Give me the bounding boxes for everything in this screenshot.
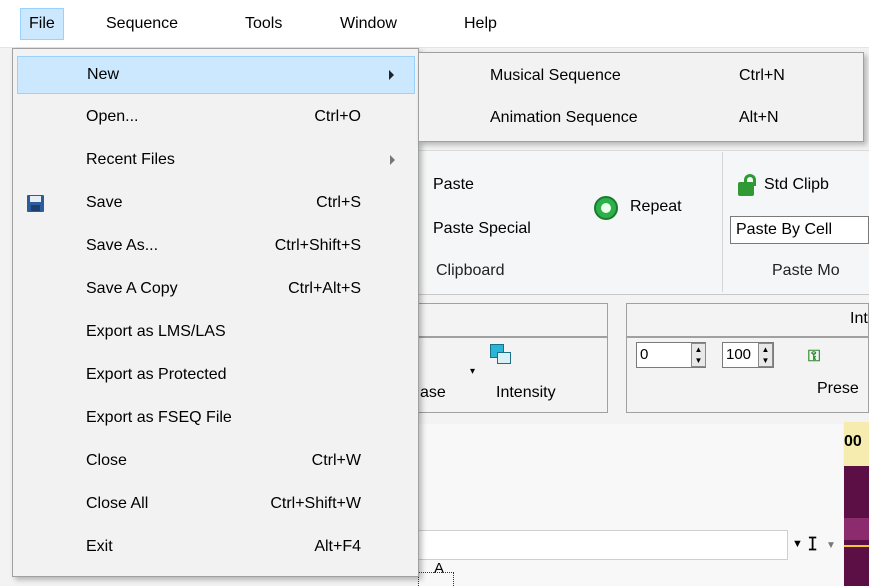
menu-item-save-a-copy[interactable]: Save A Copy Ctrl+Alt+S bbox=[17, 271, 415, 309]
menu-item-shortcut: Ctrl+Shift+S bbox=[274, 237, 361, 254]
menu-item-shortcut: Ctrl+Alt+S bbox=[288, 280, 361, 297]
submenu-item-label: Musical Sequence bbox=[490, 67, 621, 84]
menu-item-exit[interactable]: Exit Alt+F4 bbox=[17, 529, 415, 567]
tree-dropdown-arrow-icon[interactable]: ▼ bbox=[826, 540, 836, 551]
menu-item-label: Close bbox=[86, 452, 127, 469]
unlock-icon bbox=[738, 174, 758, 196]
tree-view-icon[interactable]: ꕯ bbox=[808, 534, 817, 555]
menu-item-shortcut: Ctrl+W bbox=[311, 452, 361, 469]
menu-item-save[interactable]: Save Ctrl+S bbox=[17, 185, 415, 223]
submenu-item-label: Animation Sequence bbox=[490, 109, 638, 126]
menu-item-label: Recent Files bbox=[86, 151, 175, 168]
menu-window[interactable]: Window bbox=[332, 8, 405, 40]
ease-label[interactable]: ase bbox=[420, 384, 446, 402]
submenu-arrow-icon bbox=[389, 70, 394, 80]
timeline-grid: 00 bbox=[844, 422, 869, 586]
menu-item-shortcut: Ctrl+S bbox=[316, 194, 361, 211]
menu-item-label: Open... bbox=[86, 108, 139, 125]
menu-item-label: Save bbox=[86, 194, 123, 211]
submenu-item-shortcut: Ctrl+N bbox=[739, 67, 785, 84]
intensity-panel-header bbox=[626, 303, 869, 337]
menu-file[interactable]: File bbox=[20, 8, 64, 40]
intensity-panel-title: Int bbox=[850, 310, 868, 327]
menu-item-export-protected[interactable]: Export as Protected bbox=[17, 357, 415, 395]
submenu-item-shortcut: Alt+N bbox=[739, 109, 779, 126]
preset-button[interactable]: Prese bbox=[817, 380, 859, 398]
paste-mode-select[interactable]: Paste By Cell bbox=[730, 216, 869, 244]
paste-button[interactable]: Paste bbox=[433, 176, 474, 194]
menu-tools[interactable]: Tools bbox=[237, 8, 290, 40]
new-submenu: Musical Sequence Ctrl+N Animation Sequen… bbox=[418, 52, 864, 142]
effects-panel-header bbox=[418, 303, 608, 337]
menu-item-export-fseq[interactable]: Export as FSEQ File bbox=[17, 400, 415, 438]
model-list-area bbox=[418, 424, 843, 586]
std-clipboard-button[interactable]: Std Clipb bbox=[764, 176, 829, 194]
intensity-min-spinner[interactable]: ▲ ▼ bbox=[691, 343, 706, 367]
clipboard-group-label: Clipboard bbox=[436, 262, 505, 279]
menu-item-label: Exit bbox=[86, 538, 113, 555]
menu-item-label: Export as Protected bbox=[86, 366, 227, 383]
menu-item-label: Export as FSEQ File bbox=[86, 409, 232, 426]
focus-rect bbox=[418, 572, 454, 586]
menu-bar: File Sequence Tools Window Help bbox=[0, 0, 869, 48]
submenu-arrow-icon bbox=[390, 155, 395, 165]
menu-item-shortcut: Ctrl+O bbox=[314, 108, 361, 125]
menu-item-close[interactable]: Close Ctrl+W bbox=[17, 443, 415, 481]
preset-icon: ⚿ bbox=[808, 348, 821, 365]
menu-item-label: Save A Copy bbox=[86, 280, 178, 297]
menu-item-shortcut: Alt+F4 bbox=[314, 538, 361, 555]
timeline-row bbox=[844, 518, 869, 540]
dropdown-arrow-icon[interactable]: ▾ bbox=[470, 366, 475, 377]
menu-item-label: New bbox=[87, 66, 120, 83]
submenu-item-animation-sequence[interactable]: Animation Sequence Alt+N bbox=[423, 101, 859, 137]
repeat-icon bbox=[594, 196, 618, 220]
intensity-max-spinner[interactable]: ▲ ▼ bbox=[758, 343, 773, 367]
paste-special-button[interactable]: Paste Special bbox=[433, 220, 531, 238]
timeline-marker bbox=[844, 545, 869, 547]
ribbon-separator bbox=[722, 152, 723, 292]
submenu-item-musical-sequence[interactable]: Musical Sequence Ctrl+N bbox=[423, 59, 859, 95]
menu-item-recent-files[interactable]: Recent Files bbox=[17, 142, 415, 180]
menu-item-shortcut: Ctrl+Shift+W bbox=[270, 495, 361, 512]
paste-mode-group-label: Paste Mo bbox=[772, 262, 840, 279]
menu-item-label: Save As... bbox=[86, 237, 159, 254]
save-icon bbox=[27, 195, 44, 212]
menu-item-save-as[interactable]: Save As... Ctrl+Shift+S bbox=[17, 228, 415, 266]
timeline-header: 00 bbox=[844, 422, 869, 466]
menu-item-export-lms-las[interactable]: Export as LMS/LAS bbox=[17, 314, 415, 352]
model-filter-input[interactable] bbox=[418, 530, 788, 560]
filter-dropdown-arrow-icon[interactable]: ▼ bbox=[792, 538, 803, 550]
menu-item-label: Export as LMS/LAS bbox=[86, 323, 226, 340]
menu-item-label: Close All bbox=[86, 495, 149, 512]
repeat-button[interactable]: Repeat bbox=[630, 198, 682, 216]
intensity-icon bbox=[490, 344, 512, 366]
file-menu-dropdown: New Open... Ctrl+O Recent Files Save Ctr… bbox=[12, 48, 419, 577]
menu-item-new[interactable]: New bbox=[17, 56, 415, 94]
menu-help[interactable]: Help bbox=[456, 8, 505, 40]
menu-item-close-all[interactable]: Close All Ctrl+Shift+W bbox=[17, 486, 415, 524]
menu-item-open[interactable]: Open... Ctrl+O bbox=[17, 99, 415, 137]
intensity-button[interactable]: Intensity bbox=[496, 384, 556, 402]
menu-sequence[interactable]: Sequence bbox=[98, 8, 186, 40]
